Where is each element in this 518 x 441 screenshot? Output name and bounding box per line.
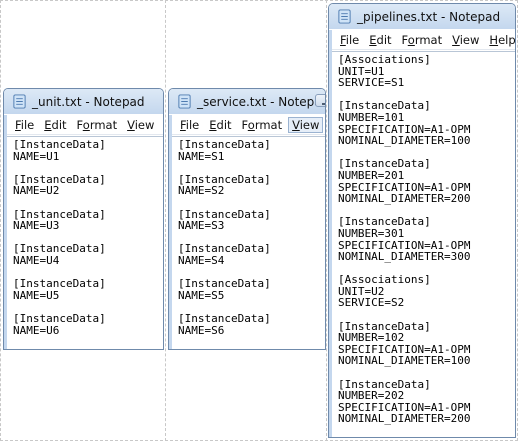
text-line: NUMBER=201 [338, 168, 405, 182]
menu-edit[interactable]: Edit [205, 117, 235, 133]
text-line: [InstanceData] [13, 138, 106, 151]
menu-help[interactable]: He [160, 117, 163, 133]
menu-bar: File Edit Format View Help [332, 30, 515, 50]
notepad-icon [13, 94, 26, 109]
notepad-window-unit[interactable]: _unit.txt - Notepad File Edit Format Vie… [3, 88, 164, 350]
text-line: NAME=U6 [13, 323, 60, 337]
text-line: NOMINAL_DIAMETER=100 [338, 354, 471, 368]
text-line: NAME=S5 [178, 288, 225, 302]
title-bar[interactable]: _service.txt - Notepad [169, 89, 325, 114]
notepad-icon [338, 9, 351, 24]
text-line [13, 197, 163, 209]
text-line: NOMINAL_DIAMETER=300 [338, 250, 471, 264]
text-line [338, 309, 515, 321]
minimize-icon[interactable] [315, 94, 325, 107]
menu-bar: File Edit Format View H [172, 115, 325, 135]
text-line: [InstanceData] [13, 277, 106, 291]
text-line: NAME=U4 [13, 253, 60, 267]
text-line: NAME=S4 [178, 253, 225, 267]
cell-divider [165, 0, 166, 441]
text-content: [InstanceData] NAME=U1 [InstanceData] NAME=… [7, 137, 163, 336]
menu-view[interactable]: View [123, 117, 158, 133]
text-editor[interactable]: [Associations] UNIT=U1 SERVICE=S1 [Instance… [332, 51, 515, 437]
text-line: NAME=S6 [178, 323, 225, 337]
text-line: [InstanceData] [178, 138, 271, 151]
title-bar[interactable]: _pipelines.txt - Notepad [329, 4, 515, 29]
window-title: _unit.txt - Notepad [32, 94, 145, 109]
text-line [178, 197, 325, 209]
text-line: NAME=U1 [13, 149, 60, 163]
text-line [338, 367, 515, 379]
text-content: [InstanceData] NAME=S1 [InstanceData] NAME=… [172, 137, 325, 336]
text-line: NAME=U5 [13, 288, 60, 302]
menu-format[interactable]: Format [398, 32, 447, 48]
menu-edit[interactable]: Edit [365, 32, 395, 48]
window-title: _service.txt - Notepad [197, 94, 326, 109]
menu-format[interactable]: Format [238, 117, 287, 133]
notepad-icon [178, 94, 191, 109]
text-line: NOMINAL_DIAMETER=200 [338, 192, 471, 206]
menu-edit[interactable]: Edit [40, 117, 70, 133]
text-line: NOMINAL_DIAMETER=200 [338, 412, 471, 426]
window-title: _pipelines.txt - Notepad [357, 9, 501, 24]
text-line: NUMBER=101 [338, 110, 405, 124]
menu-view[interactable]: View [288, 116, 324, 133]
text-line: SERVICE=S1 [338, 76, 405, 90]
title-bar[interactable]: _unit.txt - Notepad [4, 89, 163, 114]
menu-view[interactable]: View [448, 32, 483, 48]
notepad-window-pipelines[interactable]: _pipelines.txt - Notepad File Edit Forma… [328, 3, 516, 438]
text-content: [Associations] UNIT=U1 SERVICE=S1 [Instance… [332, 52, 515, 425]
text-line: NAME=U3 [13, 219, 60, 233]
text-line: NAME=S2 [178, 184, 225, 198]
menu-format[interactable]: Format [73, 117, 122, 133]
text-line: [InstanceData] [13, 311, 106, 325]
text-line: SERVICE=S2 [338, 296, 405, 310]
text-editor[interactable]: [InstanceData] NAME=U1 [InstanceData] NAME=… [7, 136, 163, 349]
text-line: [Associations] [338, 53, 431, 66]
text-line: NAME=S3 [178, 219, 225, 233]
cell-divider [326, 0, 327, 441]
text-line: NAME=S1 [178, 149, 225, 163]
text-line: [InstanceData] [178, 311, 271, 325]
menu-help[interactable]: H [325, 117, 326, 133]
text-line: NAME=U2 [13, 184, 60, 198]
notepad-window-service[interactable]: _service.txt - Notepad File Edit Format … [168, 88, 326, 350]
text-line: NOMINAL_DIAMETER=100 [338, 134, 471, 148]
text-line: [InstanceData] [178, 277, 271, 291]
text-line: NUMBER=301 [338, 226, 405, 240]
menu-bar: File Edit Format View He [7, 115, 163, 135]
menu-file[interactable]: File [336, 32, 363, 48]
text-editor[interactable]: [InstanceData] NAME=S1 [InstanceData] NAME=… [172, 136, 325, 349]
menu-file[interactable]: File [11, 117, 38, 133]
menu-file[interactable]: File [176, 117, 203, 133]
menu-help[interactable]: Help [485, 32, 515, 48]
